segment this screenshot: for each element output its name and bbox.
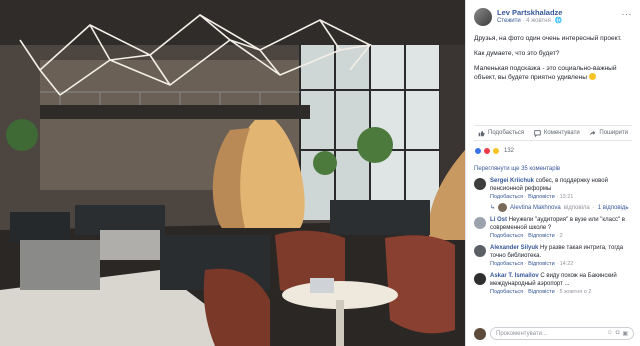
- post-sidebar: Lev Partskhaladze Стежити · 4 жовтня ·🌐 …: [465, 0, 640, 346]
- commenter-name[interactable]: Sergei Kriichuk: [490, 178, 534, 184]
- commenter-avatar[interactable]: [474, 273, 486, 285]
- comment-button[interactable]: Коментувати: [534, 129, 580, 137]
- commenter-name[interactable]: Askar T. Ismailov: [490, 273, 539, 279]
- comment-like-link[interactable]: Подобається: [490, 194, 523, 200]
- photo-viewer: Lev Partskhaladze Стежити · 4 жовтня ·🌐 …: [0, 0, 640, 346]
- comment-input[interactable]: Прокоментувати... ☺ ◘ ▣: [490, 327, 634, 340]
- comment-time[interactable]: 2: [560, 233, 563, 239]
- post-text-line-1: Друзья, на фото один очень интересный пр…: [474, 35, 622, 42]
- emoji-icon[interactable]: ☺: [607, 330, 613, 337]
- commenter-avatar[interactable]: [474, 217, 486, 229]
- post-date[interactable]: 4 жовтня: [526, 18, 551, 24]
- comment-reply-link[interactable]: Відповісти: [528, 261, 555, 267]
- post-meta: Стежити · 4 жовтня ·🌐: [497, 18, 562, 24]
- wow-reaction-icon: [492, 147, 500, 155]
- comment-placeholder: Прокоментувати...: [496, 330, 548, 337]
- commenter-name[interactable]: Alexander Silyuk: [490, 245, 538, 251]
- comment-like-link[interactable]: Подобається: [490, 233, 523, 239]
- reply-avatar: [498, 203, 508, 212]
- globe-icon: ·🌐: [552, 18, 562, 24]
- comment-like-link[interactable]: Подобається: [490, 289, 523, 295]
- comment-item: Li Ost Неужели "аудитория" в вузе или "к…: [474, 216, 634, 240]
- author-avatar[interactable]: [474, 8, 492, 26]
- reply-arrow-icon: ↳: [490, 205, 496, 211]
- like-button[interactable]: Подобається: [478, 130, 524, 137]
- comment-time[interactable]: 14:22: [560, 261, 574, 267]
- more-options-icon[interactable]: ···: [622, 9, 633, 19]
- comment-item: Askar T. Ismailov С виду похож на Бакинс…: [474, 272, 634, 296]
- comment-item: Alexander Silyuk Ну разве такая интрига,…: [474, 244, 634, 268]
- camera-icon[interactable]: ◘: [616, 330, 620, 337]
- comment-reply-link[interactable]: Відповісти: [528, 233, 555, 239]
- comment-composer: Прокоментувати... ☺ ◘ ▣: [474, 327, 634, 340]
- post-text: Друзья, на фото один очень интересный пр…: [474, 34, 632, 82]
- smile-emoji-icon: [588, 73, 596, 80]
- love-reaction-icon: [483, 147, 491, 155]
- comment-reply-link[interactable]: Відповісти: [528, 289, 555, 295]
- commenter-name[interactable]: Li Ost: [490, 217, 507, 223]
- view-more-comments-link[interactable]: Переглянути ще 35 коментарів: [474, 166, 560, 172]
- author-name[interactable]: Lev Partskhaladze: [497, 8, 562, 17]
- comment-text: Неужели "аудитория" в вузе или "класс" в…: [490, 217, 625, 231]
- reply-preview[interactable]: ↳ Alevtina Makhnova відповіла · 1 відпов…: [490, 203, 634, 212]
- share-icon: [590, 130, 596, 136]
- comment-icon: [534, 129, 541, 137]
- reaction-count: 132: [504, 148, 515, 154]
- comment-time[interactable]: 13:21: [560, 194, 574, 200]
- reply-count: 1 відповідь: [597, 204, 629, 211]
- commenter-avatar[interactable]: [474, 178, 486, 190]
- interior-render: [0, 0, 465, 346]
- current-user-avatar: [474, 327, 486, 340]
- like-reaction-icon: [474, 147, 482, 155]
- comment-like-link[interactable]: Подобається: [490, 261, 523, 267]
- follow-link[interactable]: Стежити: [497, 18, 521, 24]
- comment-reply-link[interactable]: Відповісти: [528, 194, 555, 200]
- comment-time[interactable]: 5 жовтня о 2: [560, 289, 592, 295]
- reply-label: відповіла: [563, 204, 590, 211]
- reply-author: Alevtina Makhnova: [510, 204, 561, 211]
- post-header: Lev Partskhaladze Стежити · 4 жовтня ·🌐: [474, 8, 632, 26]
- gif-icon[interactable]: ▣: [622, 330, 628, 337]
- comment-item: Sergei Kriichuk собес, в поддержку новой…: [474, 177, 634, 212]
- post-actions: Подобається Коментувати Поширити: [474, 125, 632, 141]
- comments-list: Sergei Kriichuk собес, в поддержку новой…: [474, 177, 634, 300]
- post-photo[interactable]: [0, 0, 465, 346]
- reactions-summary[interactable]: 132: [474, 147, 514, 155]
- post-text-line-2: Как думаете, что это будет?: [474, 50, 560, 57]
- commenter-avatar[interactable]: [474, 245, 486, 257]
- share-button[interactable]: Поширити: [589, 130, 628, 137]
- thumbs-up-icon: [478, 130, 485, 136]
